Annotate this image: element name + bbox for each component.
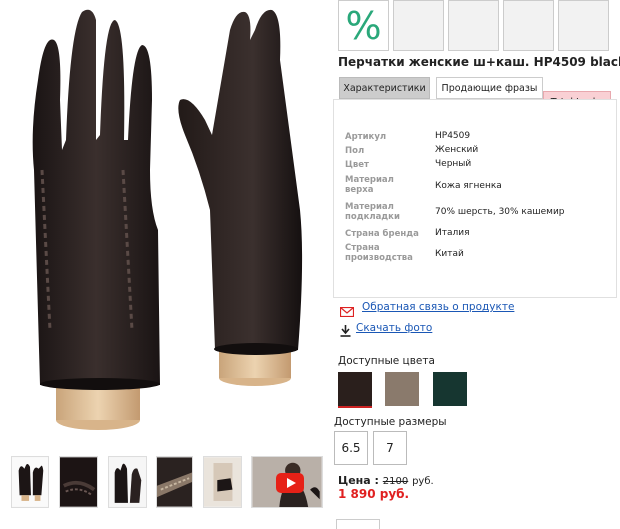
option-square-2[interactable]: [393, 0, 444, 51]
size-option-7[interactable]: 7: [373, 431, 407, 465]
color-swatch-green[interactable]: [433, 372, 467, 406]
price-line: Цена : 2100 руб.: [338, 474, 434, 487]
discount-badge[interactable]: %: [338, 0, 389, 51]
characteristics-panel: [333, 99, 617, 298]
char-value: 70% шерсть, 30% кашемир: [435, 207, 565, 217]
size-option-6-5[interactable]: 6.5: [334, 431, 368, 465]
new-price: 1 890 руб.: [338, 487, 410, 501]
thumbnail-3[interactable]: [108, 456, 147, 508]
thumbnail-5[interactable]: [203, 456, 242, 508]
char-key: Страна бренда: [345, 229, 419, 239]
colors-label: Доступные цвета: [338, 355, 435, 367]
option-square-3[interactable]: [448, 0, 499, 51]
thumbnail-4[interactable]: [156, 456, 193, 508]
sizes-label: Доступные размеры: [334, 416, 447, 428]
thumbnail-video[interactable]: [251, 456, 323, 508]
price-label: Цена :: [338, 474, 379, 487]
thumbnail-1[interactable]: [11, 456, 49, 508]
char-value: Кожа ягненка: [435, 181, 502, 191]
char-key: Цвет: [345, 160, 369, 170]
char-value: Женский: [435, 145, 479, 155]
char-key: Артикул: [345, 132, 387, 142]
feedback-link[interactable]: Обратная связь о продукте: [362, 301, 514, 313]
tab-characteristics[interactable]: Характеристики: [339, 77, 430, 99]
char-value: Италия: [435, 228, 470, 238]
old-price: 2100: [382, 476, 409, 487]
mail-icon: [339, 302, 355, 318]
option-square-5[interactable]: [558, 0, 609, 51]
thumbnail-2[interactable]: [59, 456, 98, 508]
char-value: Китай: [435, 249, 464, 259]
product-title: Перчатки женские ш+каш. HP4509 black: [338, 55, 620, 69]
currency: руб.: [412, 476, 434, 487]
play-icon[interactable]: [276, 473, 304, 493]
char-value: Черный: [435, 159, 472, 169]
tab-selling-phrases[interactable]: Продающие фразы: [436, 77, 543, 99]
char-key: Страна производства: [345, 243, 413, 263]
char-key: Материал подкладки: [345, 202, 400, 222]
download-photo-link[interactable]: Скачать фото: [356, 322, 432, 334]
download-icon: [340, 322, 351, 337]
option-square-4[interactable]: [503, 0, 554, 51]
percent-icon: %: [345, 3, 382, 48]
main-product-image[interactable]: [0, 0, 332, 448]
color-swatch-black[interactable]: [338, 372, 372, 408]
quantity-field[interactable]: [336, 519, 380, 529]
char-key: Пол: [345, 146, 365, 156]
color-swatch-taupe[interactable]: [385, 372, 419, 406]
char-key: Материал верха: [345, 175, 394, 195]
char-value: HP4509: [435, 131, 471, 141]
